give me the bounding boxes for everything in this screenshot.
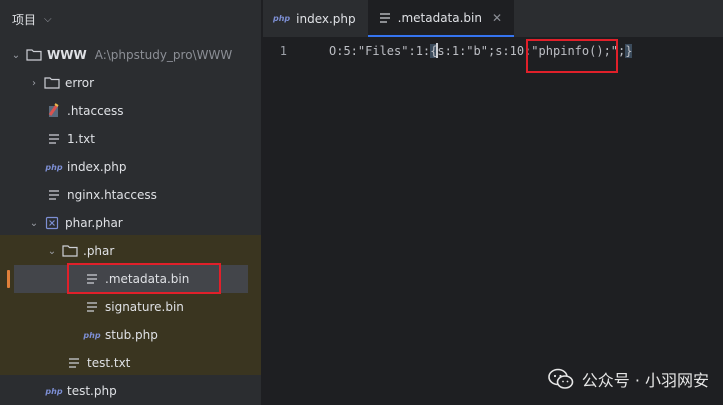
annotation-box-payload bbox=[526, 39, 618, 73]
chevron-down-icon[interactable]: ⌄ bbox=[28, 218, 40, 229]
wechat-icon bbox=[547, 368, 574, 389]
tree-item-path: A:\phpstudy_pro\WWW bbox=[94, 48, 233, 62]
text-file-icon bbox=[46, 131, 62, 147]
php-file-icon: php bbox=[273, 14, 291, 23]
tree-item-dotphar[interactable]: ⌄ .phar bbox=[0, 237, 261, 265]
tree-item-www[interactable]: ⌄ WWW A:\phpstudy_pro\WWW bbox=[0, 41, 261, 69]
tree-item-index-php[interactable]: php index.php bbox=[0, 153, 261, 181]
chevron-down-icon[interactable]: ⌄ bbox=[10, 50, 22, 61]
brace-close: } bbox=[625, 44, 633, 58]
editor-tab-bar: php index.php .metadata.bin ✕ bbox=[263, 0, 723, 38]
annotation-box-metadata bbox=[67, 263, 221, 294]
archive-file-icon bbox=[44, 215, 60, 231]
tree-item-label: test.php bbox=[67, 384, 117, 398]
php-file-icon: php bbox=[83, 330, 101, 340]
php-file-icon: php bbox=[45, 386, 63, 396]
watermark-text: 公众号 · 小羽网安 bbox=[581, 371, 709, 390]
tab-index-php[interactable]: php index.php bbox=[263, 0, 368, 37]
tree-item-label: phar.phar bbox=[65, 216, 123, 230]
code-segment: s:1:"b";s:10:" bbox=[437, 44, 539, 58]
tree-item-label: error bbox=[65, 76, 95, 90]
chevron-right-icon[interactable]: › bbox=[28, 78, 40, 89]
text-file-icon bbox=[378, 11, 392, 25]
project-sidebar: 项目 ⌵ ⌄ WWW A:\phpstudy_pro\WWW › error .… bbox=[0, 0, 262, 405]
tree-item-label: 1.txt bbox=[67, 132, 95, 146]
tree-item-test-php[interactable]: php test.php bbox=[0, 377, 261, 405]
text-file-icon bbox=[46, 187, 62, 203]
tree-item-label: WWW bbox=[47, 48, 87, 62]
tree-item-label: .htaccess bbox=[67, 104, 124, 118]
code-area[interactable]: 1 O:5:"Files":1:{s:1:"b";s:10:"phpinfo()… bbox=[263, 38, 723, 405]
text-file-icon bbox=[66, 355, 82, 371]
htaccess-file-icon bbox=[46, 103, 62, 119]
editor-pane: php index.php .metadata.bin ✕ 1 O:5:"Fil… bbox=[263, 0, 723, 405]
tab-label: .metadata.bin bbox=[397, 10, 482, 25]
tree-item-label: test.txt bbox=[87, 356, 131, 370]
project-panel-title: 项目 bbox=[12, 12, 37, 27]
tree-item-label: .phar bbox=[83, 244, 115, 258]
tree-item-label: index.php bbox=[67, 160, 127, 174]
project-panel-header[interactable]: 项目 ⌵ bbox=[0, 0, 261, 38]
php-file-icon: php bbox=[45, 162, 63, 172]
folder-icon bbox=[44, 75, 60, 91]
chevron-down-icon[interactable]: ⌄ bbox=[46, 246, 58, 257]
tree-item-stub-php[interactable]: php stub.php bbox=[0, 321, 261, 349]
text-file-icon bbox=[84, 299, 100, 315]
tab-metadata-bin[interactable]: .metadata.bin ✕ bbox=[367, 0, 515, 37]
tree-item-label: stub.php bbox=[105, 328, 158, 342]
code-segment: O:5:"Files":1: bbox=[329, 44, 431, 58]
chevron-down-icon[interactable]: ⌵ bbox=[44, 14, 52, 25]
tree-item-signature-bin[interactable]: signature.bin bbox=[0, 293, 261, 321]
tree-item-test-txt[interactable]: test.txt bbox=[0, 349, 261, 377]
tree-item-phar-phar[interactable]: ⌄ phar.phar bbox=[0, 209, 261, 237]
folder-icon bbox=[26, 47, 42, 63]
tree-item-htaccess[interactable]: .htaccess bbox=[0, 97, 261, 125]
tab-label: index.php bbox=[296, 11, 356, 26]
change-marker bbox=[7, 270, 10, 288]
tree-item-label: nginx.htaccess bbox=[67, 188, 157, 202]
folder-icon bbox=[62, 243, 78, 259]
tree-item-label: signature.bin bbox=[105, 300, 184, 314]
line-number: 1 bbox=[279, 44, 287, 58]
watermark: 公众号 · 小羽网安 bbox=[547, 367, 709, 391]
tree-item-nginx-htaccess[interactable]: nginx.htaccess bbox=[0, 181, 261, 209]
tree-item-error[interactable]: › error bbox=[0, 69, 261, 97]
close-icon[interactable]: ✕ bbox=[492, 11, 502, 25]
tree-item-1-txt[interactable]: 1.txt bbox=[0, 125, 261, 153]
